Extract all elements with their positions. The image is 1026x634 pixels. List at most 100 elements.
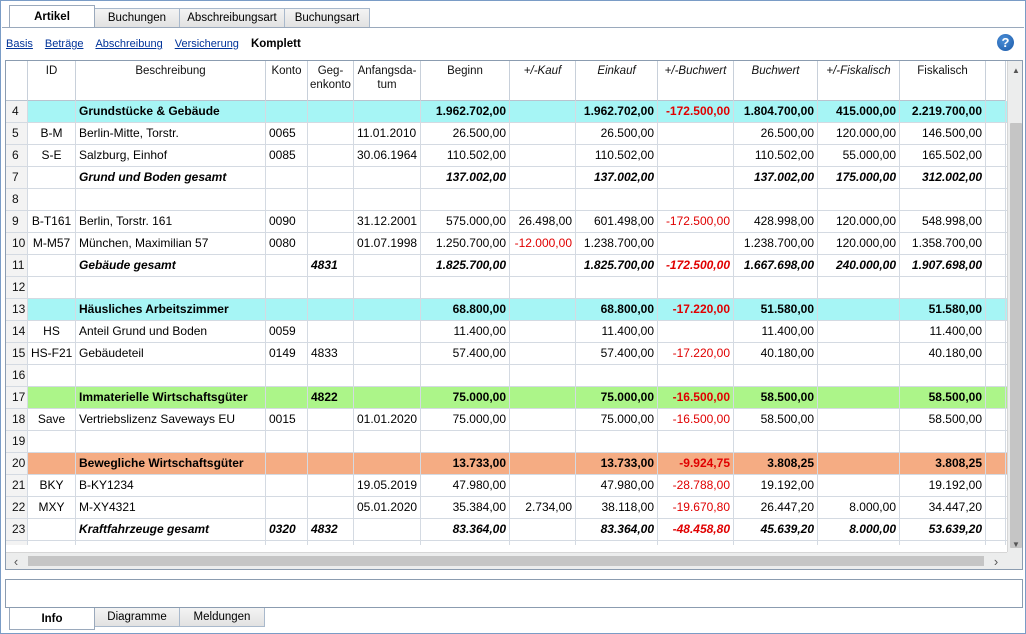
table-cell[interactable] <box>354 299 421 320</box>
table-cell[interactable]: 146.500,00 <box>900 123 986 144</box>
view-link-abschreibung[interactable]: Abschreibung <box>95 38 162 50</box>
table-cell[interactable]: -9.924,75 <box>658 453 734 474</box>
table-cell[interactable]: 13.733,00 <box>576 453 658 474</box>
table-cell[interactable]: 110.502,00 <box>734 145 818 166</box>
table-cell[interactable]: -12.000,00 <box>510 233 576 254</box>
column-header[interactable]: Anfangsda- tum <box>354 61 421 101</box>
table-cell[interactable]: 19.192,00 <box>734 475 818 496</box>
help-icon[interactable]: ? <box>997 34 1014 51</box>
table-cell[interactable]: 0059 <box>266 321 308 342</box>
table-cell[interactable] <box>76 277 266 298</box>
table-cell[interactable] <box>510 431 576 452</box>
table-cell[interactable] <box>308 541 354 545</box>
table-cell[interactable]: 2.219.700,00 <box>900 101 986 122</box>
table-cell[interactable]: 47.980,00 <box>576 475 658 496</box>
table-cell[interactable] <box>421 431 510 452</box>
table-cell[interactable] <box>308 409 354 430</box>
table-cell[interactable] <box>421 365 510 386</box>
table-cell[interactable]: 11.400,00 <box>576 321 658 342</box>
table-cell[interactable] <box>76 541 266 545</box>
table-cell[interactable]: 1.358.700,00 <box>900 233 986 254</box>
table-cell[interactable] <box>818 189 900 210</box>
table-cell[interactable] <box>354 387 421 408</box>
table-cell[interactable]: 38.118,00 <box>576 497 658 518</box>
table-cell[interactable] <box>510 123 576 144</box>
table-cell[interactable] <box>308 365 354 386</box>
table-cell[interactable] <box>266 189 308 210</box>
table-cell[interactable]: 75.000,00 <box>421 387 510 408</box>
table-cell[interactable] <box>354 189 421 210</box>
table-cell[interactable] <box>266 497 308 518</box>
table-cell[interactable]: 26.447,20 <box>734 497 818 518</box>
table-cell[interactable]: 01.01.2020 <box>354 409 421 430</box>
column-header[interactable]: Geg- enkonto <box>308 61 354 101</box>
table-cell[interactable]: 312.002,00 <box>900 167 986 188</box>
table-cell[interactable]: 4832 <box>308 519 354 540</box>
tab-diagramme[interactable]: Diagramme <box>94 608 180 627</box>
table-cell[interactable] <box>510 321 576 342</box>
table-cell[interactable]: 3.808,25 <box>734 453 818 474</box>
table-cell[interactable]: 68.800,00 <box>576 299 658 320</box>
table-cell[interactable] <box>658 145 734 166</box>
table-cell[interactable]: 110.502,00 <box>421 145 510 166</box>
table-cell[interactable] <box>354 101 421 122</box>
table-cell[interactable] <box>266 475 308 496</box>
table-cell[interactable]: 120.000,00 <box>818 123 900 144</box>
table-cell[interactable]: Gebäude gesamt <box>76 255 266 276</box>
table-row[interactable]: 21 BKY B-KY1234 19.05.2019 47.980,00 47.980,0… <box>6 475 1007 497</box>
table-row[interactable]: 19 <box>6 431 1007 453</box>
scroll-right-icon[interactable]: › <box>988 553 1004 569</box>
table-row[interactable]: 10 M-M57 München, Maximilian 57 0080 01.07.1… <box>6 233 1007 255</box>
table-cell[interactable] <box>76 365 266 386</box>
column-header[interactable]: +/-Buchwert <box>658 61 734 101</box>
table-row[interactable]: 9 B-T161 Berlin, Torstr. 161 0090 31.12.2001… <box>6 211 1007 233</box>
table-cell[interactable] <box>266 541 308 545</box>
table-cell[interactable]: B-KY1234 <box>76 475 266 496</box>
table-cell[interactable] <box>308 123 354 144</box>
table-cell[interactable] <box>308 453 354 474</box>
table-cell[interactable]: 58.500,00 <box>734 387 818 408</box>
table-cell[interactable] <box>308 321 354 342</box>
table-cell[interactable]: Vertriebslizenz Saveways EU <box>76 409 266 430</box>
table-cell[interactable]: 0065 <box>266 123 308 144</box>
table-cell[interactable]: 75.000,00 <box>576 409 658 430</box>
table-cell[interactable] <box>576 431 658 452</box>
table-cell[interactable] <box>28 167 76 188</box>
table-cell[interactable] <box>354 431 421 452</box>
table-cell[interactable] <box>900 365 986 386</box>
table-cell[interactable] <box>818 321 900 342</box>
table-cell[interactable]: 0149 <box>266 343 308 364</box>
table-cell[interactable]: Grund und Boden gesamt <box>76 167 266 188</box>
table-cell[interactable]: 68.800,00 <box>421 299 510 320</box>
table-cell[interactable]: -19.670,80 <box>658 497 734 518</box>
table-cell[interactable] <box>354 167 421 188</box>
scroll-down-icon[interactable]: ▼ <box>1008 537 1022 551</box>
tab-meldungen[interactable]: Meldungen <box>179 608 265 627</box>
table-cell[interactable]: 4822 <box>308 387 354 408</box>
table-cell[interactable] <box>734 277 818 298</box>
table-cell[interactable] <box>28 541 76 545</box>
table-cell[interactable] <box>818 453 900 474</box>
table-cell[interactable]: 8.000,00 <box>818 497 900 518</box>
table-cell[interactable] <box>266 431 308 452</box>
table-cell[interactable] <box>900 189 986 210</box>
table-cell[interactable] <box>658 167 734 188</box>
table-cell[interactable] <box>354 453 421 474</box>
table-cell[interactable] <box>734 365 818 386</box>
table-cell[interactable] <box>76 189 266 210</box>
table-cell[interactable] <box>308 233 354 254</box>
table-cell[interactable]: 13.733,00 <box>421 453 510 474</box>
table-cell[interactable] <box>658 431 734 452</box>
table-cell[interactable] <box>510 365 576 386</box>
table-cell[interactable] <box>576 365 658 386</box>
table-cell[interactable] <box>28 365 76 386</box>
table-row[interactable]: 18 Save Vertriebslizenz Saveways EU 0015 01.… <box>6 409 1007 431</box>
table-cell[interactable]: 58.500,00 <box>900 387 986 408</box>
table-cell[interactable]: 4831 <box>308 255 354 276</box>
table-cell[interactable]: 4833 <box>308 343 354 364</box>
table-cell[interactable]: 55.000,00 <box>818 145 900 166</box>
table-cell[interactable] <box>818 475 900 496</box>
table-cell[interactable]: 137.002,00 <box>576 167 658 188</box>
table-row[interactable]: 11 Gebäude gesamt 4831 1.825.700,00 1.825.70… <box>6 255 1007 277</box>
table-cell[interactable] <box>510 101 576 122</box>
